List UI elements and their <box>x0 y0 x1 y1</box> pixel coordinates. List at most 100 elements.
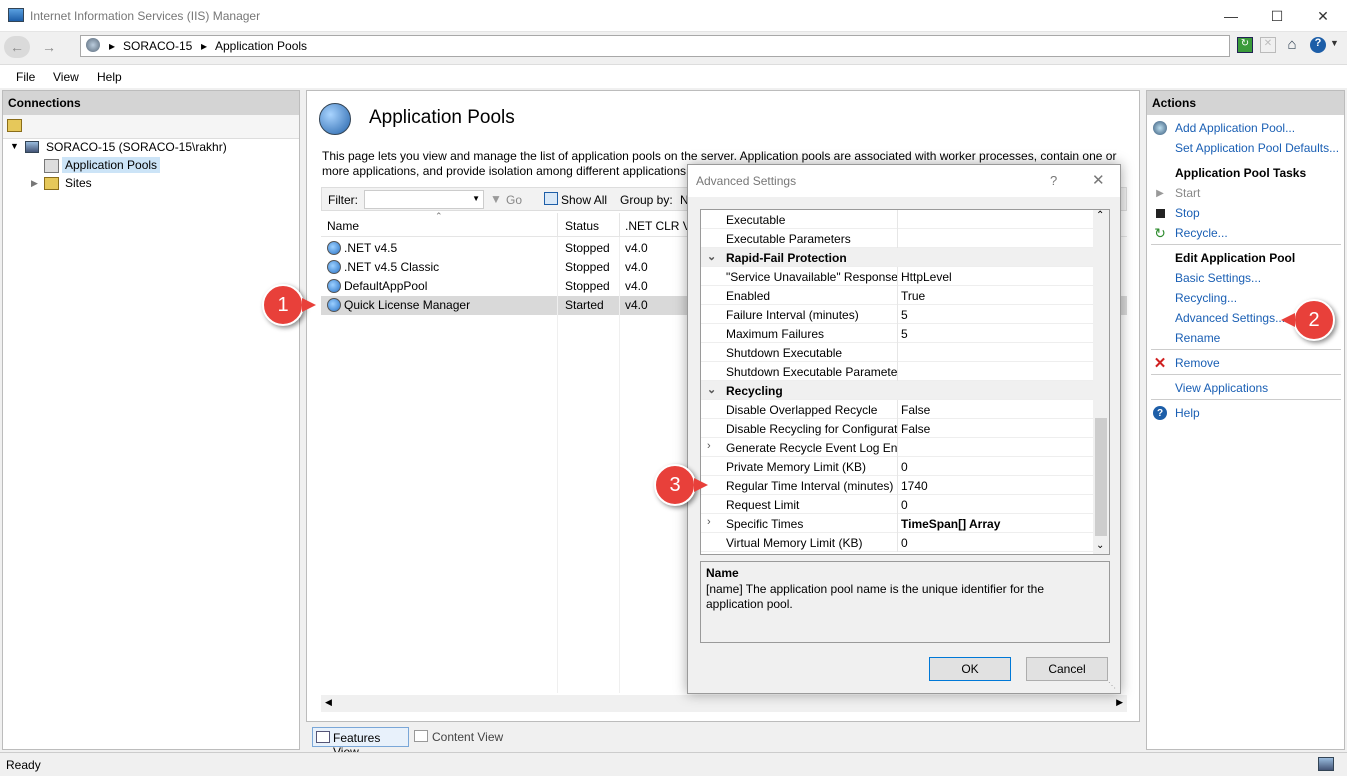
chevron-down-icon[interactable]: ▼ <box>1330 38 1339 48</box>
scroll-right-icon[interactable]: ▶ <box>1116 697 1123 708</box>
add-application-pool-link[interactable]: Add Application Pool... <box>1175 121 1295 135</box>
expand-chevron-icon[interactable]: ▶ <box>31 178 38 189</box>
property-value[interactable]: False <box>901 403 930 417</box>
property-value[interactable]: 0 <box>901 460 908 474</box>
tab-content-view[interactable]: Content View <box>412 727 512 747</box>
scroll-down-icon[interactable]: ⌄ <box>1096 540 1104 551</box>
app-pool-icon <box>327 279 341 293</box>
set-defaults-link[interactable]: Set Application Pool Defaults... <box>1175 141 1339 155</box>
property-value[interactable]: 5 <box>901 327 908 341</box>
property-key: Disable Overlapped Recycle <box>726 403 878 417</box>
recycle-icon: ↻ <box>1154 224 1166 241</box>
menu-view[interactable]: View <box>53 70 79 84</box>
app-pool-icon <box>327 298 341 312</box>
scroll-up-icon[interactable]: ⌃ <box>1096 210 1104 221</box>
breadcrumb-app-pools[interactable]: Application Pools <box>215 39 307 53</box>
rename-link[interactable]: Rename <box>1175 331 1220 345</box>
scroll-left-icon[interactable]: ◀ <box>325 697 332 708</box>
tree-server[interactable]: SORACO-15 (SORACO-15\rakhr) <box>46 140 227 154</box>
advanced-settings-link[interactable]: Advanced Settings... <box>1175 311 1285 325</box>
tree-sites[interactable]: Sites <box>65 176 92 190</box>
property-row[interactable]: Virtual Memory Limit (KB) 0 <box>701 533 1093 552</box>
recycle-link[interactable]: Recycle... <box>1175 226 1228 240</box>
page-description-line2: more applications, and provide isolation… <box>322 164 687 178</box>
property-row[interactable]: Failure Interval (minutes) 5 <box>701 305 1093 324</box>
collapse-chevron-icon[interactable]: ⌄ <box>707 383 716 396</box>
horizontal-scrollbar[interactable]: ◀ ▶ <box>321 695 1127 712</box>
property-row[interactable]: "Service Unavailable" Response T HttpLeve… <box>701 267 1093 286</box>
property-key: Disable Recycling for Configurat <box>726 422 898 436</box>
dialog-help-button[interactable]: ? <box>1050 173 1057 188</box>
pool-name: .NET v4.5 <box>344 241 398 255</box>
collapse-chevron-icon[interactable]: ⌄ <box>707 250 716 263</box>
property-row[interactable]: Maximum Failures 5 <box>701 324 1093 343</box>
menu-file[interactable]: File <box>16 70 35 84</box>
property-value[interactable]: False <box>901 422 930 436</box>
remove-link[interactable]: Remove <box>1175 356 1220 370</box>
app-pool-tasks-header: Application Pool Tasks <box>1175 166 1307 180</box>
property-row[interactable]: Executable Parameters <box>701 229 1093 248</box>
property-value[interactable]: 0 <box>901 536 908 550</box>
property-row[interactable]: › Specific Times TimeSpan[] Array <box>701 514 1093 533</box>
description-pane: Name [name] The application pool name is… <box>700 561 1110 643</box>
cancel-button[interactable]: Cancel <box>1026 657 1108 681</box>
property-row[interactable]: Request Limit 0 <box>701 495 1093 514</box>
property-row[interactable]: Shutdown Executable <box>701 343 1093 362</box>
column-status[interactable]: Status <box>565 219 599 233</box>
collapse-chevron-icon[interactable]: ▼ <box>10 141 19 151</box>
help-dropdown-icon[interactable]: ? <box>1310 37 1326 53</box>
tree-application-pools[interactable]: Application Pools <box>62 157 161 173</box>
menu-help[interactable]: Help <box>97 70 122 84</box>
vertical-scrollbar[interactable]: ⌃ ⌄ <box>1093 210 1109 554</box>
property-value[interactable]: 5 <box>901 308 908 322</box>
stop-link[interactable]: Stop <box>1175 206 1200 220</box>
breadcrumb-server[interactable]: SORACO-15 <box>123 39 192 53</box>
property-row[interactable]: Shutdown Executable Parameter <box>701 362 1093 381</box>
category-row[interactable]: ⌄ Recycling <box>701 381 1093 400</box>
property-row[interactable]: Executable <box>701 210 1093 229</box>
address-breadcrumb[interactable]: ▸ SORACO-15 ▸ Application Pools <box>80 35 1230 57</box>
scrollbar-thumb[interactable] <box>1095 418 1107 536</box>
pool-name: .NET v4.5 Classic <box>344 260 440 274</box>
filter-label: Filter: <box>328 193 358 207</box>
property-row[interactable]: Disable Recycling for Configurat False <box>701 419 1093 438</box>
go-button[interactable]: Go <box>506 193 522 207</box>
new-connection-icon[interactable] <box>7 119 22 132</box>
forward-arrow-icon[interactable]: → <box>36 36 62 58</box>
property-row[interactable]: Private Memory Limit (KB) 0 <box>701 457 1093 476</box>
property-row[interactable]: Disable Overlapped Recycle False <box>701 400 1093 419</box>
property-value[interactable]: True <box>901 289 925 303</box>
dialog-close-button[interactable]: ✕ <box>1092 171 1105 189</box>
refresh-icon[interactable]: ↻ <box>1237 37 1253 53</box>
minimize-button[interactable]: — <box>1208 0 1254 32</box>
title-bar: Internet Information Services (IIS) Mana… <box>0 0 1347 32</box>
chevron-down-icon[interactable]: ▼ <box>472 194 480 203</box>
category-row[interactable]: ⌄ Rapid-Fail Protection <box>701 248 1093 267</box>
tab-features-view[interactable]: Features View <box>312 727 409 759</box>
property-key: Maximum Failures <box>726 327 825 341</box>
basic-settings-link[interactable]: Basic Settings... <box>1175 271 1261 285</box>
property-row[interactable]: Regular Time Interval (minutes) 1740 <box>701 476 1093 495</box>
property-value[interactable]: TimeSpan[] Array <box>901 517 1000 531</box>
property-value[interactable]: 0 <box>901 498 908 512</box>
help-link[interactable]: Help <box>1175 406 1200 420</box>
back-arrow-icon[interactable]: ← <box>4 36 30 58</box>
property-value[interactable]: HttpLevel <box>901 270 952 284</box>
view-applications-link[interactable]: View Applications <box>1175 381 1268 395</box>
home-icon[interactable]: ⌂ <box>1283 36 1301 54</box>
resize-grip-icon[interactable]: ⋱ <box>1108 681 1116 690</box>
expand-chevron-icon[interactable]: › <box>707 516 711 528</box>
column-name[interactable]: Name <box>327 219 359 233</box>
stop-icon[interactable]: ✕ <box>1260 37 1276 53</box>
show-all-button[interactable]: Show All <box>561 193 607 207</box>
recycling-link[interactable]: Recycling... <box>1175 291 1237 305</box>
maximize-button[interactable]: ☐ <box>1254 0 1300 32</box>
ok-button[interactable]: OK <box>929 657 1011 681</box>
property-key: Failure Interval (minutes) <box>726 308 859 322</box>
close-window-button[interactable]: ✕ <box>1300 0 1346 32</box>
expand-chevron-icon[interactable]: › <box>707 440 711 452</box>
property-row[interactable]: › Generate Recycle Event Log Entr <box>701 438 1093 457</box>
property-row[interactable]: Enabled True <box>701 286 1093 305</box>
property-value[interactable]: 1740 <box>901 479 928 493</box>
filter-input[interactable]: ▼ <box>364 190 484 209</box>
